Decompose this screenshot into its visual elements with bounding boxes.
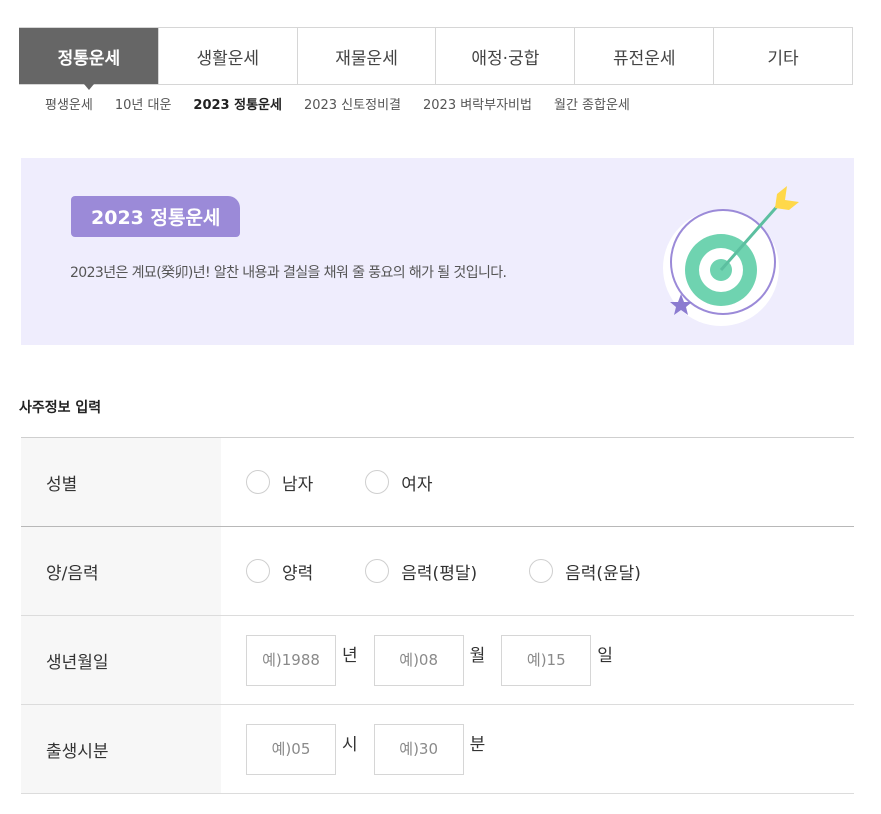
main-tab-life[interactable]: 생활운세	[157, 28, 297, 84]
calendar-row: 양/음력 양력 음력(평달) 음력(윤달)	[21, 527, 854, 616]
radio-button[interactable]	[246, 559, 270, 583]
calendar-solar-option[interactable]: 양력	[246, 559, 313, 584]
month-unit: 월	[469, 645, 486, 666]
section-title: 사주정보 입력	[19, 400, 102, 416]
birthtime-row: 출생시분 시 분	[21, 705, 854, 794]
birthdate-label: 생년월일	[21, 616, 221, 704]
day-unit: 일	[597, 645, 613, 666]
banner-badge: 2023 정통운세	[71, 196, 241, 237]
main-category-tabs: 정통운세 생활운세 재물운세 애정·궁합 퓨전운세 기타	[19, 27, 853, 90]
main-tab-love[interactable]: 애정·궁합	[435, 28, 575, 84]
calendar-lunar-leap-option[interactable]: 음력(윤달)	[529, 559, 641, 584]
main-tab-traditional[interactable]: 정통운세	[19, 28, 158, 90]
main-tab-wealth[interactable]: 재물운세	[296, 28, 436, 84]
calendar-label: 양/음력	[21, 527, 221, 615]
radio-label: 음력(평달)	[401, 563, 478, 584]
gender-label: 성별	[21, 438, 221, 526]
year-unit: 년	[342, 645, 358, 666]
radio-label: 음력(윤달)	[565, 563, 641, 584]
sub-category-tabs: 평생운세 10년 대운 2023 정통운세 2023 신토정비결 2023 벼락…	[45, 94, 652, 113]
banner-description: 2023년은 계묘(癸卯)년! 알찬 내용과 결실을 채워 줄 풍요의 해가 될…	[70, 265, 507, 281]
main-tab-fusion[interactable]: 퓨전운세	[574, 28, 714, 84]
target-arrow-icon	[663, 186, 799, 326]
sub-tab-2023-tojeong[interactable]: 2023 신토정비결	[304, 94, 401, 113]
calendar-lunar-option[interactable]: 음력(평달)	[365, 559, 477, 584]
gender-male-option[interactable]: 남자	[246, 470, 313, 495]
minute-unit: 분	[469, 734, 486, 755]
birth-year-input[interactable]	[246, 634, 336, 686]
birthtime-label: 출생시분	[21, 705, 221, 793]
sub-tab-2023-rich[interactable]: 2023 벼락부자비법	[423, 94, 532, 113]
radio-label: 남자	[282, 474, 314, 495]
birth-month-input[interactable]	[373, 634, 464, 686]
birth-hour-input[interactable]	[246, 723, 336, 775]
hour-unit: 시	[342, 734, 358, 755]
sub-tab-10year[interactable]: 10년 대운	[115, 94, 172, 113]
radio-label: 여자	[401, 474, 433, 495]
birthdate-row: 생년월일 년 월 일	[21, 616, 854, 705]
radio-button[interactable]	[529, 559, 554, 583]
sub-tab-lifetime[interactable]: 평생운세	[45, 94, 93, 113]
radio-button[interactable]	[246, 470, 270, 494]
radio-label: 양력	[282, 563, 314, 584]
gender-female-option[interactable]: 여자	[365, 470, 433, 495]
radio-button[interactable]	[365, 559, 390, 583]
sub-tab-monthly[interactable]: 월간 종합운세	[554, 94, 630, 113]
birth-day-input[interactable]	[501, 634, 592, 686]
saju-info-form: 성별 남자 여자 양/음력 양력 음력(평달) 음력(윤달) 생년월일 예)19…	[21, 437, 854, 794]
hero-banner: 2023 정통운세 2023년은 계묘(癸卯)년! 알찬 내용과 결실을 채워 …	[21, 158, 854, 345]
gender-row: 성별 남자 여자	[21, 438, 854, 527]
sub-tab-2023-traditional[interactable]: 2023 정통운세	[193, 94, 282, 113]
main-tab-etc[interactable]: 기타	[713, 28, 852, 84]
birth-minute-input[interactable]	[373, 723, 464, 775]
radio-button[interactable]	[365, 470, 390, 494]
